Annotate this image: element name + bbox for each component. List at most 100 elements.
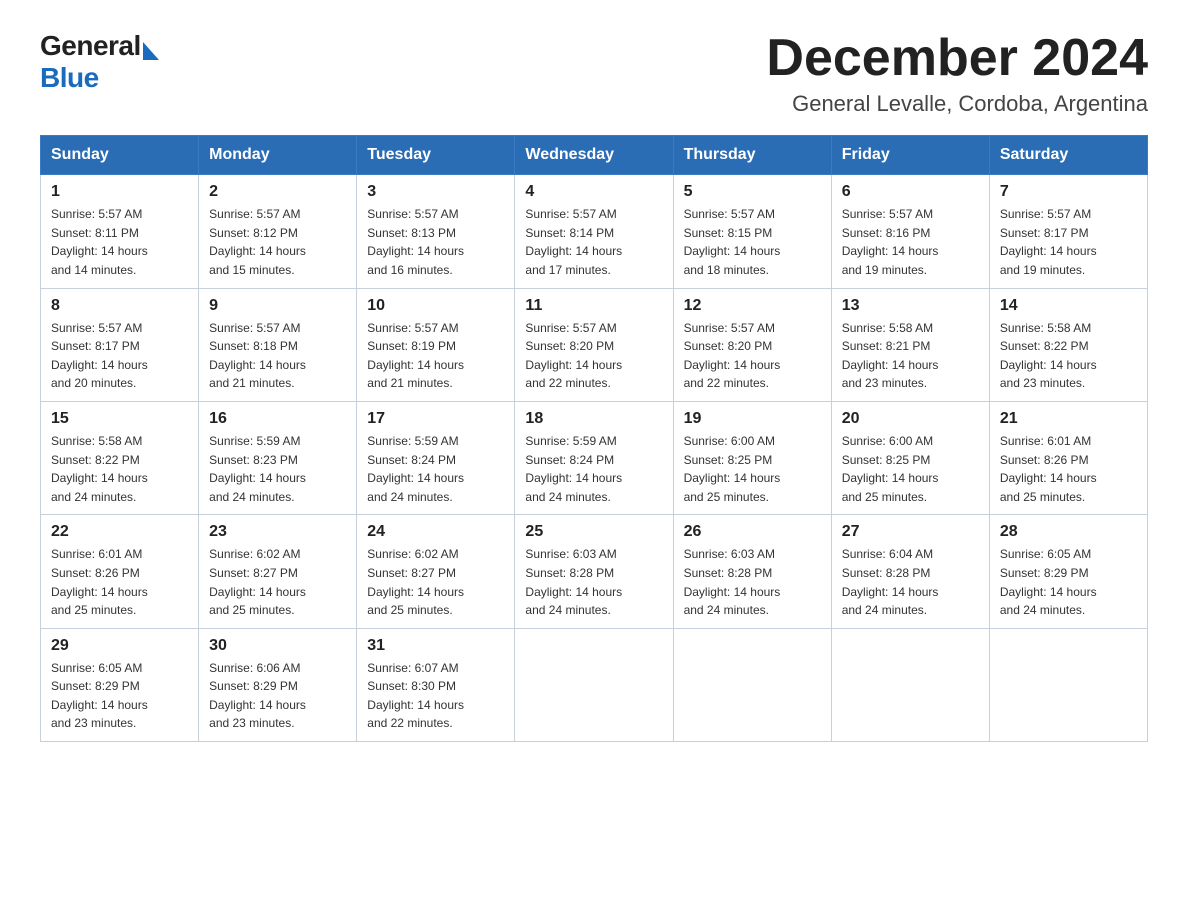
calendar-day-cell: 24 Sunrise: 6:02 AMSunset: 8:27 PMDaylig…: [357, 515, 515, 628]
calendar-day-cell: [831, 628, 989, 741]
day-number: 27: [842, 523, 979, 541]
header-sunday: Sunday: [41, 136, 199, 175]
day-info: Sunrise: 5:57 AMSunset: 8:20 PMDaylight:…: [684, 319, 821, 393]
day-info: Sunrise: 5:57 AMSunset: 8:11 PMDaylight:…: [51, 205, 188, 279]
calendar-day-cell: 14 Sunrise: 5:58 AMSunset: 8:22 PMDaylig…: [989, 288, 1147, 401]
page-header: General Blue December 2024 General Leval…: [40, 30, 1148, 117]
day-info: Sunrise: 6:00 AMSunset: 8:25 PMDaylight:…: [842, 432, 979, 506]
calendar-week-row: 29 Sunrise: 6:05 AMSunset: 8:29 PMDaylig…: [41, 628, 1148, 741]
day-number: 28: [1000, 523, 1137, 541]
day-number: 8: [51, 297, 188, 315]
month-year-title: December 2024: [766, 30, 1148, 87]
calendar-day-cell: 2 Sunrise: 5:57 AMSunset: 8:12 PMDayligh…: [199, 175, 357, 288]
calendar-week-row: 1 Sunrise: 5:57 AMSunset: 8:11 PMDayligh…: [41, 175, 1148, 288]
calendar-day-cell: 20 Sunrise: 6:00 AMSunset: 8:25 PMDaylig…: [831, 401, 989, 514]
calendar-table: SundayMondayTuesdayWednesdayThursdayFrid…: [40, 135, 1148, 742]
logo-general-text: General: [40, 30, 141, 62]
day-number: 13: [842, 297, 979, 315]
day-number: 19: [684, 410, 821, 428]
day-info: Sunrise: 6:02 AMSunset: 8:27 PMDaylight:…: [367, 545, 504, 619]
day-info: Sunrise: 5:57 AMSunset: 8:17 PMDaylight:…: [1000, 205, 1137, 279]
calendar-day-cell: 12 Sunrise: 5:57 AMSunset: 8:20 PMDaylig…: [673, 288, 831, 401]
day-number: 17: [367, 410, 504, 428]
header-monday: Monday: [199, 136, 357, 175]
day-number: 30: [209, 637, 346, 655]
calendar-day-cell: 27 Sunrise: 6:04 AMSunset: 8:28 PMDaylig…: [831, 515, 989, 628]
day-info: Sunrise: 5:57 AMSunset: 8:17 PMDaylight:…: [51, 319, 188, 393]
day-number: 15: [51, 410, 188, 428]
day-info: Sunrise: 6:05 AMSunset: 8:29 PMDaylight:…: [51, 659, 188, 733]
calendar-day-cell: 9 Sunrise: 5:57 AMSunset: 8:18 PMDayligh…: [199, 288, 357, 401]
calendar-day-cell: 13 Sunrise: 5:58 AMSunset: 8:21 PMDaylig…: [831, 288, 989, 401]
logo-triangle-icon: [143, 42, 159, 60]
calendar-day-cell: 17 Sunrise: 5:59 AMSunset: 8:24 PMDaylig…: [357, 401, 515, 514]
calendar-day-cell: [515, 628, 673, 741]
calendar-day-cell: 3 Sunrise: 5:57 AMSunset: 8:13 PMDayligh…: [357, 175, 515, 288]
location-subtitle: General Levalle, Cordoba, Argentina: [766, 91, 1148, 117]
calendar-day-cell: 4 Sunrise: 5:57 AMSunset: 8:14 PMDayligh…: [515, 175, 673, 288]
day-number: 23: [209, 523, 346, 541]
day-number: 31: [367, 637, 504, 655]
day-number: 3: [367, 183, 504, 201]
header-thursday: Thursday: [673, 136, 831, 175]
calendar-day-cell: 21 Sunrise: 6:01 AMSunset: 8:26 PMDaylig…: [989, 401, 1147, 514]
calendar-week-row: 8 Sunrise: 5:57 AMSunset: 8:17 PMDayligh…: [41, 288, 1148, 401]
day-info: Sunrise: 5:58 AMSunset: 8:22 PMDaylight:…: [1000, 319, 1137, 393]
day-info: Sunrise: 5:57 AMSunset: 8:20 PMDaylight:…: [525, 319, 662, 393]
day-info: Sunrise: 5:57 AMSunset: 8:13 PMDaylight:…: [367, 205, 504, 279]
calendar-week-row: 22 Sunrise: 6:01 AMSunset: 8:26 PMDaylig…: [41, 515, 1148, 628]
calendar-title-area: December 2024 General Levalle, Cordoba, …: [766, 30, 1148, 117]
calendar-day-cell: [673, 628, 831, 741]
calendar-day-cell: 11 Sunrise: 5:57 AMSunset: 8:20 PMDaylig…: [515, 288, 673, 401]
day-number: 10: [367, 297, 504, 315]
header-friday: Friday: [831, 136, 989, 175]
header-tuesday: Tuesday: [357, 136, 515, 175]
day-info: Sunrise: 6:05 AMSunset: 8:29 PMDaylight:…: [1000, 545, 1137, 619]
day-number: 16: [209, 410, 346, 428]
day-info: Sunrise: 5:57 AMSunset: 8:19 PMDaylight:…: [367, 319, 504, 393]
day-number: 9: [209, 297, 346, 315]
day-info: Sunrise: 5:59 AMSunset: 8:23 PMDaylight:…: [209, 432, 346, 506]
day-number: 6: [842, 183, 979, 201]
day-number: 7: [1000, 183, 1137, 201]
day-number: 26: [684, 523, 821, 541]
day-info: Sunrise: 6:00 AMSunset: 8:25 PMDaylight:…: [684, 432, 821, 506]
calendar-day-cell: 16 Sunrise: 5:59 AMSunset: 8:23 PMDaylig…: [199, 401, 357, 514]
calendar-day-cell: 30 Sunrise: 6:06 AMSunset: 8:29 PMDaylig…: [199, 628, 357, 741]
logo: General Blue: [40, 30, 159, 94]
day-info: Sunrise: 6:03 AMSunset: 8:28 PMDaylight:…: [525, 545, 662, 619]
calendar-day-cell: 22 Sunrise: 6:01 AMSunset: 8:26 PMDaylig…: [41, 515, 199, 628]
calendar-day-cell: 29 Sunrise: 6:05 AMSunset: 8:29 PMDaylig…: [41, 628, 199, 741]
day-info: Sunrise: 6:01 AMSunset: 8:26 PMDaylight:…: [1000, 432, 1137, 506]
calendar-day-cell: [989, 628, 1147, 741]
day-info: Sunrise: 5:57 AMSunset: 8:12 PMDaylight:…: [209, 205, 346, 279]
day-number: 5: [684, 183, 821, 201]
day-info: Sunrise: 5:59 AMSunset: 8:24 PMDaylight:…: [367, 432, 504, 506]
calendar-day-cell: 26 Sunrise: 6:03 AMSunset: 8:28 PMDaylig…: [673, 515, 831, 628]
day-number: 22: [51, 523, 188, 541]
day-number: 2: [209, 183, 346, 201]
day-number: 12: [684, 297, 821, 315]
day-info: Sunrise: 5:59 AMSunset: 8:24 PMDaylight:…: [525, 432, 662, 506]
day-number: 25: [525, 523, 662, 541]
calendar-day-cell: 15 Sunrise: 5:58 AMSunset: 8:22 PMDaylig…: [41, 401, 199, 514]
header-wednesday: Wednesday: [515, 136, 673, 175]
day-number: 20: [842, 410, 979, 428]
calendar-week-row: 15 Sunrise: 5:58 AMSunset: 8:22 PMDaylig…: [41, 401, 1148, 514]
calendar-day-cell: 5 Sunrise: 5:57 AMSunset: 8:15 PMDayligh…: [673, 175, 831, 288]
day-number: 11: [525, 297, 662, 315]
calendar-day-cell: 1 Sunrise: 5:57 AMSunset: 8:11 PMDayligh…: [41, 175, 199, 288]
day-info: Sunrise: 6:03 AMSunset: 8:28 PMDaylight:…: [684, 545, 821, 619]
calendar-header-row: SundayMondayTuesdayWednesdayThursdayFrid…: [41, 136, 1148, 175]
day-info: Sunrise: 6:02 AMSunset: 8:27 PMDaylight:…: [209, 545, 346, 619]
calendar-day-cell: 8 Sunrise: 5:57 AMSunset: 8:17 PMDayligh…: [41, 288, 199, 401]
calendar-day-cell: 6 Sunrise: 5:57 AMSunset: 8:16 PMDayligh…: [831, 175, 989, 288]
day-number: 1: [51, 183, 188, 201]
day-number: 24: [367, 523, 504, 541]
day-number: 29: [51, 637, 188, 655]
day-info: Sunrise: 6:04 AMSunset: 8:28 PMDaylight:…: [842, 545, 979, 619]
logo-blue-text: Blue: [40, 62, 99, 94]
calendar-day-cell: 10 Sunrise: 5:57 AMSunset: 8:19 PMDaylig…: [357, 288, 515, 401]
day-info: Sunrise: 6:06 AMSunset: 8:29 PMDaylight:…: [209, 659, 346, 733]
calendar-day-cell: 19 Sunrise: 6:00 AMSunset: 8:25 PMDaylig…: [673, 401, 831, 514]
